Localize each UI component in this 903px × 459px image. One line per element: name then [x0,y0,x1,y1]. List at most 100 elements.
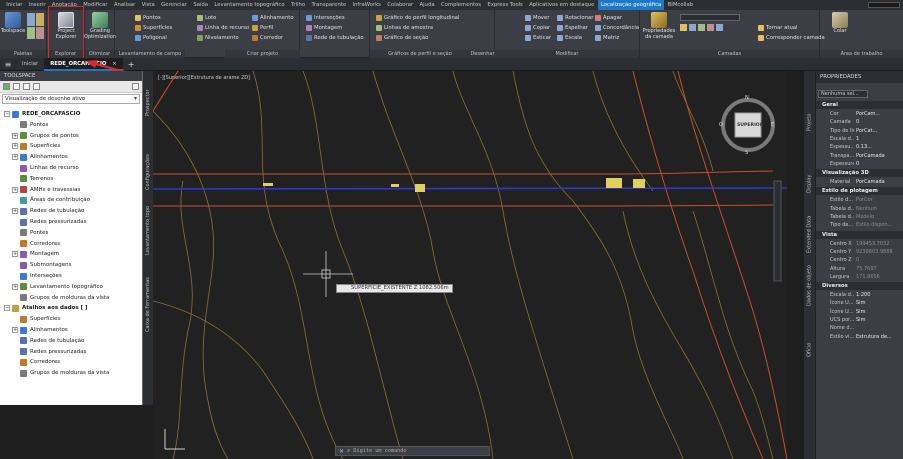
expand-toggle-icon[interactable]: + [12,186,18,193]
tab-active-drawing[interactable]: REDE_ORCAFASCIO × [44,57,123,71]
side-tab[interactable]: Prospector [143,75,153,131]
ribbon-rede-tubulacao[interactable]: Rede de tubulação [306,33,364,42]
tree-node[interactable]: − Atalhos aos dados [ ] [4,303,88,313]
property-row[interactable]: Ícone U... Sim [816,308,903,316]
layer-properties-button[interactable]: Propriedades da camada [642,12,676,40]
ribbon-linhas-amostra[interactable]: Linhas de amostra [376,23,433,32]
layer-icon[interactable] [716,24,723,31]
property-row[interactable]: Ícone U... Sim [816,299,903,307]
side-tab[interactable]: Levantamento topo [143,207,153,256]
toolspace-button[interactable]: Toolspace [1,12,25,35]
ribbon-corredor[interactable]: Corredor [252,33,283,42]
properties-side-tab[interactable]: Extended Data [804,211,815,257]
ribbon-pontos[interactable]: Pontos [135,13,161,22]
property-row[interactable]: Centro Z 0 [816,256,903,264]
ribbon-intersecoes[interactable]: Interseções [306,13,345,22]
tree-node[interactable]: + Alinhamentos [12,325,68,335]
drawing-viewport[interactable]: [-][Superior][Estrutura de arame 2D] SUP… [153,71,787,459]
ribbon-tab[interactable]: Inserir [26,0,49,10]
properties-section[interactable]: Estilo de plotagem [816,187,903,196]
property-row[interactable]: Tabela d... Modelo [816,213,903,221]
property-row[interactable]: Tabela d... Nenhum [816,205,903,213]
tree-node[interactable]: + Redes de tubulação [12,206,84,216]
add-tab-button[interactable]: + [123,60,140,69]
menu-icon[interactable]: ≡ [0,58,16,71]
properties-side-tab[interactable]: Dados de objeto [804,263,815,309]
tree-node[interactable]: Redes pressurizadas [12,217,86,227]
ribbon-escala[interactable]: Escala [557,33,582,42]
ribbon-tab[interactable]: Analisar [111,0,139,10]
help-icon[interactable] [132,83,139,90]
ribbon-superficies[interactable]: Superfícies [135,23,172,32]
close-icon[interactable]: × [112,61,116,67]
tree-node[interactable]: Terrenos [12,174,53,184]
palette-icon[interactable] [27,13,35,26]
ribbon-tab[interactable]: Vista [138,0,157,10]
ribbon-perfil[interactable]: Perfil [252,23,273,32]
tree-node[interactable]: + Grupos de pontos [12,131,79,141]
property-row[interactable]: Estilo vi... Estrutura de... [816,333,903,341]
palette-icon[interactable] [36,26,44,39]
property-row[interactable]: Centro X 199453.7032 [816,240,903,248]
property-row[interactable]: Tipo de linhaPorCat... [816,127,903,135]
navigation-bar[interactable] [773,180,782,282]
ribbon-montagem[interactable]: Montagem [306,23,342,32]
ribbon-tornar-atual[interactable]: Tornar atual [758,23,798,32]
toolspace-view-icon[interactable] [3,83,10,90]
grading-optimization-button[interactable]: Grading Optimization [84,12,116,40]
ribbon-tab[interactable]: Saída [190,0,211,10]
layer-icon[interactable] [680,24,687,31]
properties-side-tab[interactable]: Ofício [804,327,815,373]
ribbon-esticar[interactable]: Esticar [525,33,551,42]
ribbon-rotacionar[interactable]: Rotacionar [557,13,593,22]
ribbon-tab[interactable]: InfraWorks [349,0,384,10]
ribbon-corresponder-camada[interactable]: Corresponder camada [758,33,825,42]
property-row[interactable]: Camada 0 [816,118,903,126]
ribbon-tab[interactable]: BIMcollab [664,0,696,10]
tree-node[interactable]: Áreas de contribuição [12,195,90,205]
property-row[interactable]: Cor PorCam... [816,110,903,118]
toolspace-view-select[interactable]: Visualização de desenho ativo [2,94,140,104]
expand-toggle-icon[interactable]: + [12,154,18,161]
tree-node[interactable]: − REDE_ORCAFASCIO [4,109,80,119]
expand-toggle-icon[interactable]: − [4,111,10,117]
ribbon-tab[interactable]: Iniciar [3,0,26,10]
ribbon-poligonal[interactable]: Poligonal [135,33,167,42]
expand-toggle-icon[interactable]: + [12,327,18,333]
ribbon-grafico-secao[interactable]: Gráfico de seção [376,33,428,42]
viewcube-top-label[interactable]: SUPERIOR [737,123,763,128]
ribbon-nivelamento[interactable]: Nivelamento [197,33,239,42]
properties-section[interactable]: Diversos [816,282,903,291]
viewcube-west[interactable]: O [719,122,723,128]
palette-icon[interactable] [27,26,35,39]
tree-node[interactable]: Pontes [12,228,48,238]
layer-dropdown[interactable] [680,14,740,21]
palette-icon[interactable] [36,13,44,26]
properties-side-tab[interactable]: Display [804,161,815,207]
properties-side-tab[interactable]: Projeto [804,99,815,145]
property-row[interactable]: Largura 171.8656 [816,273,903,281]
ribbon-copiar[interactable]: Copiar [525,23,550,32]
tree-node[interactable]: Grupos de molduras da vista [12,293,109,303]
tree-node[interactable]: Corredores [12,357,60,367]
property-row[interactable]: Estilo d... PorCor [816,196,903,204]
expand-toggle-icon[interactable]: + [12,251,18,258]
ribbon-alinhamento[interactable]: Alinhamento [252,13,294,22]
property-row[interactable]: Altura 75.7697 [816,265,903,273]
tree-node[interactable]: + Alinhamentos [12,152,68,162]
ribbon-linha-recurso[interactable]: Linha de recurso [197,23,249,32]
ribbon-tab[interactable]: Modificar [80,0,111,10]
expand-toggle-icon[interactable]: − [4,305,10,312]
search-icon[interactable]: ⌕ [347,447,350,455]
ribbon-toggle[interactable] [868,2,900,8]
expand-toggle-icon[interactable]: + [12,208,18,215]
tree-node[interactable]: Submontagens [12,260,71,270]
tree-node[interactable]: Redes pressurizadas [12,347,86,357]
paste-button[interactable]: Colar [828,12,852,35]
properties-section[interactable]: Vista [816,230,903,239]
tree-node[interactable]: Corredores [12,239,60,249]
layer-icon[interactable] [707,24,714,31]
tree-node[interactable]: + Montagem [12,249,59,259]
property-row[interactable]: Escala d... 1:200 [816,291,903,299]
property-row[interactable]: Escala d... 1 [816,135,903,143]
